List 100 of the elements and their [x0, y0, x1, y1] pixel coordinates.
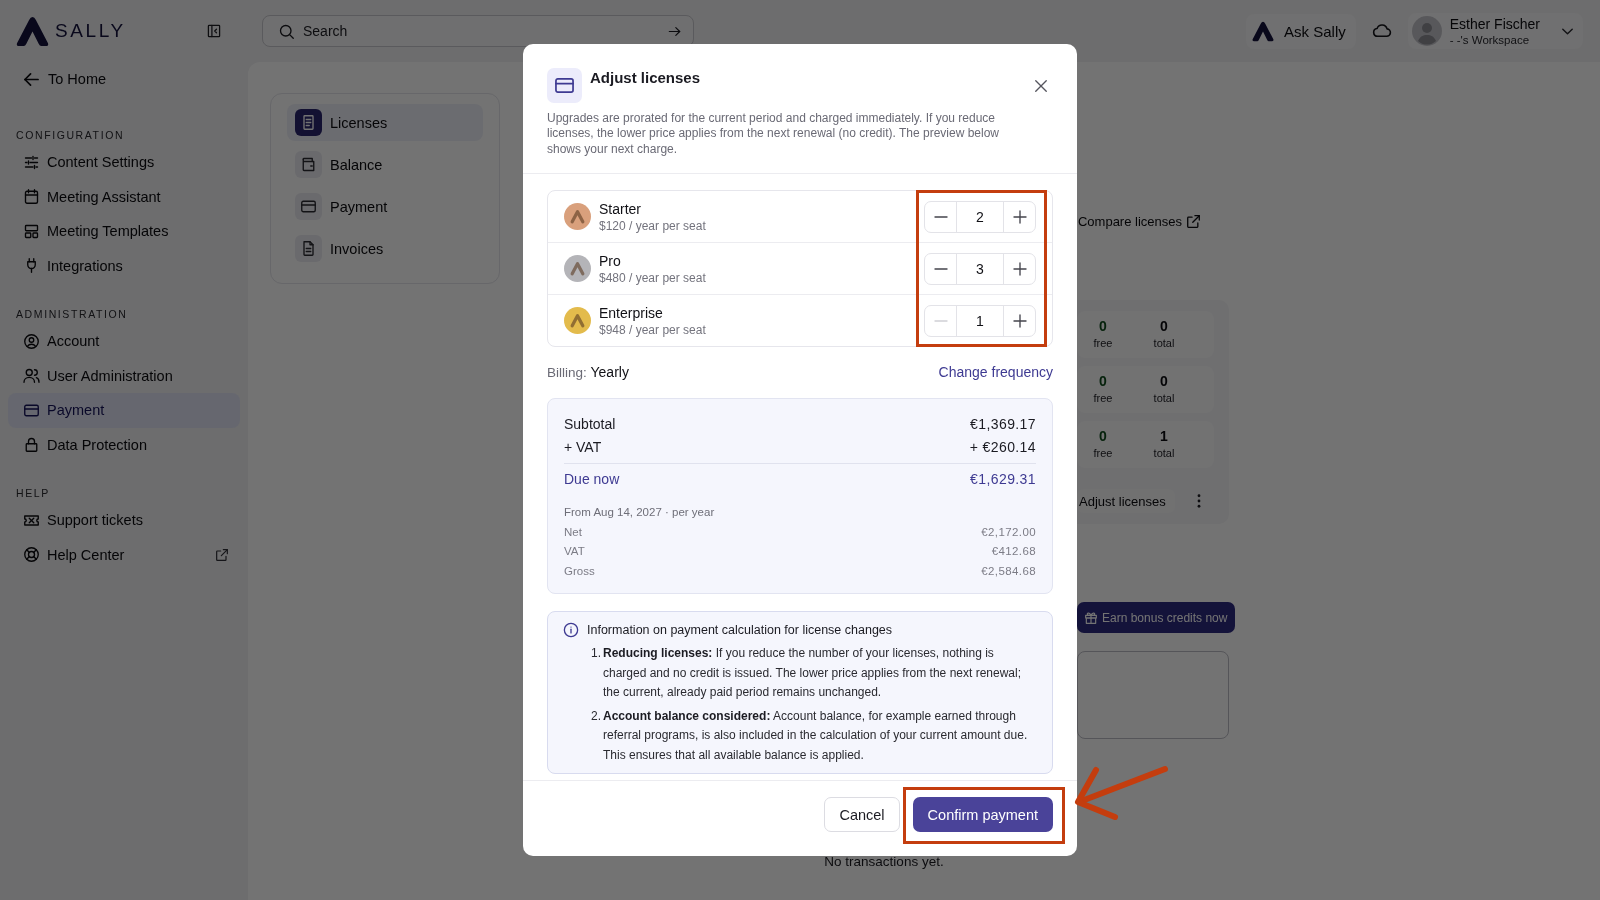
summary-value: €1,369.17 — [970, 415, 1036, 435]
sidebar-item[interactable]: Meeting Assistant — [8, 179, 240, 214]
sidebar-item[interactable]: Support tickets — [8, 503, 240, 538]
lock-icon — [24, 437, 39, 453]
sidebar-item[interactable]: Content Settings — [8, 145, 240, 180]
users-icon — [24, 368, 39, 384]
logo-mark-icon — [1252, 20, 1275, 42]
search-field[interactable]: Search — [262, 15, 694, 47]
plug-icon — [24, 258, 39, 274]
dialog-description: Upgrades are prorated for the current period and charged immediately. If you reduce licenses, the lower price applies from the next renewal (no credit). The preview below shows your next charge. — [547, 110, 1000, 158]
stat-label: total — [1153, 391, 1175, 406]
plus-icon — [1013, 314, 1026, 327]
summary-label: Subtotal — [564, 415, 616, 435]
plus-icon — [1013, 210, 1026, 223]
credit-card-icon — [295, 193, 322, 220]
sliders-icon — [24, 154, 39, 170]
sidebar-toggle-icon — [207, 24, 221, 38]
chevron-down-icon — [1562, 27, 1573, 35]
license-price: $948 / year per seat — [599, 321, 706, 338]
quantity-field[interactable]: 2 — [956, 201, 1004, 232]
subnav-item[interactable]: Licenses — [287, 104, 483, 141]
subnav-item[interactable]: Invoices — [287, 230, 483, 267]
lifebuoy-icon — [24, 547, 39, 563]
layout-icon — [24, 223, 39, 239]
renewal-value: €2,584.68 — [981, 563, 1036, 579]
document-icon — [295, 109, 322, 136]
renewal-label: Gross — [564, 563, 595, 579]
summary-label: + VAT — [564, 438, 602, 458]
renewal-value: €2,172.00 — [981, 524, 1036, 540]
info-paragraph: Reducing licenses: If you reduce the number of your licenses, nothing is charged and no credit is issued. The lower price applies from the next renewal; the current, already paid period remains unchanged. — [603, 645, 1022, 702]
user-circle-icon — [24, 333, 39, 349]
stat-label: free — [1093, 446, 1113, 461]
billing-text: Billing: Yearly — [547, 364, 629, 381]
section-heading: HELP — [16, 486, 51, 500]
total-count: 0 — [1160, 318, 1168, 335]
sidebar-item[interactable]: Payment — [8, 393, 240, 428]
renewal-heading: From Aug 14, 2027 · per year — [564, 505, 716, 521]
stat-label: total — [1153, 336, 1175, 351]
sidebar-item[interactable]: Account — [8, 324, 240, 359]
renewal-value: €412.68 — [991, 544, 1036, 560]
credit-card-icon — [24, 402, 39, 418]
license-name: Pro — [599, 251, 622, 270]
due-amount: €1,629.31 — [970, 470, 1036, 490]
logo-mark-icon — [16, 15, 49, 47]
ticket-icon — [24, 512, 39, 528]
renewal-label: Net — [564, 524, 582, 540]
change-frequency-link[interactable]: Change frequency — [938, 364, 1053, 381]
arrow-right-icon — [668, 24, 681, 38]
info-icon — [564, 623, 578, 638]
external-link-icon — [1187, 214, 1200, 228]
sidebar-item[interactable]: Meeting Templates — [8, 214, 240, 249]
calendar-icon — [24, 189, 39, 205]
plus-icon — [1013, 262, 1026, 275]
sidebar-toggle-button[interactable] — [206, 23, 222, 39]
info-paragraph: Account balance considered: Account balance, for example earned through referral programs, is also included in the calculation of your current amount due. This ensures that all available balance is applied. — [603, 707, 1029, 764]
free-count: 0 — [1099, 428, 1107, 445]
license-name: Enterprise — [599, 303, 664, 322]
total-count: 0 — [1160, 373, 1168, 390]
stat-label: total — [1153, 446, 1175, 461]
avatar-icon — [1411, 16, 1442, 46]
cancel-button[interactable]: Cancel — [824, 797, 900, 833]
free-count: 0 — [1099, 318, 1107, 335]
credit-card-icon — [547, 67, 582, 103]
section-heading: CONFIGURATION — [16, 128, 126, 142]
sidebar-item[interactable]: Integrations — [8, 248, 240, 283]
kebab-menu-icon — [1197, 494, 1201, 508]
confirm-payment-button[interactable]: Confirm payment — [912, 797, 1053, 833]
subnav-item[interactable]: Payment — [287, 188, 483, 225]
renewal-label: VAT — [564, 544, 585, 560]
list-number: 1. — [591, 645, 602, 663]
quantity-field[interactable]: 1 — [956, 305, 1004, 336]
free-count: 0 — [1099, 373, 1107, 390]
file-icon — [295, 235, 322, 262]
sidebar-item[interactable]: User Administration — [8, 358, 240, 393]
stat-label: free — [1093, 336, 1113, 351]
sidebar-item[interactable]: Data Protection — [8, 427, 240, 462]
info-title: Information on payment calculation for license changes — [587, 622, 893, 640]
section-heading: ADMINISTRATION — [16, 307, 129, 321]
back-link[interactable]: To Home — [8, 62, 240, 96]
close-icon — [1035, 79, 1047, 92]
wallet-icon — [295, 151, 322, 178]
subnav-item[interactable]: Balance — [287, 146, 483, 183]
due-label: Due now — [564, 470, 620, 490]
list-number: 2. — [591, 707, 602, 725]
empty-state-text: No transactions yet. — [824, 854, 944, 870]
license-name: Starter — [599, 199, 642, 218]
total-count: 1 — [1160, 428, 1168, 445]
stat-label: free — [1093, 391, 1113, 406]
summary-value: + €260.14 — [969, 438, 1036, 458]
cloud-icon — [1372, 24, 1391, 38]
gift-icon — [1085, 611, 1097, 624]
compare-licenses-link[interactable]: Compare licenses — [1077, 212, 1200, 230]
sidebar-item[interactable]: Help Center — [8, 537, 240, 572]
quantity-field[interactable]: 3 — [956, 253, 1004, 284]
license-price: $120 / year per seat — [599, 217, 706, 234]
arrow-left-icon — [24, 71, 39, 87]
logo-text: SALLY — [55, 20, 126, 42]
search-icon — [279, 23, 294, 39]
license-price: $480 / year per seat — [599, 269, 706, 286]
earn-bonus-button[interactable]: Earn bonus credits now — [1077, 602, 1236, 633]
